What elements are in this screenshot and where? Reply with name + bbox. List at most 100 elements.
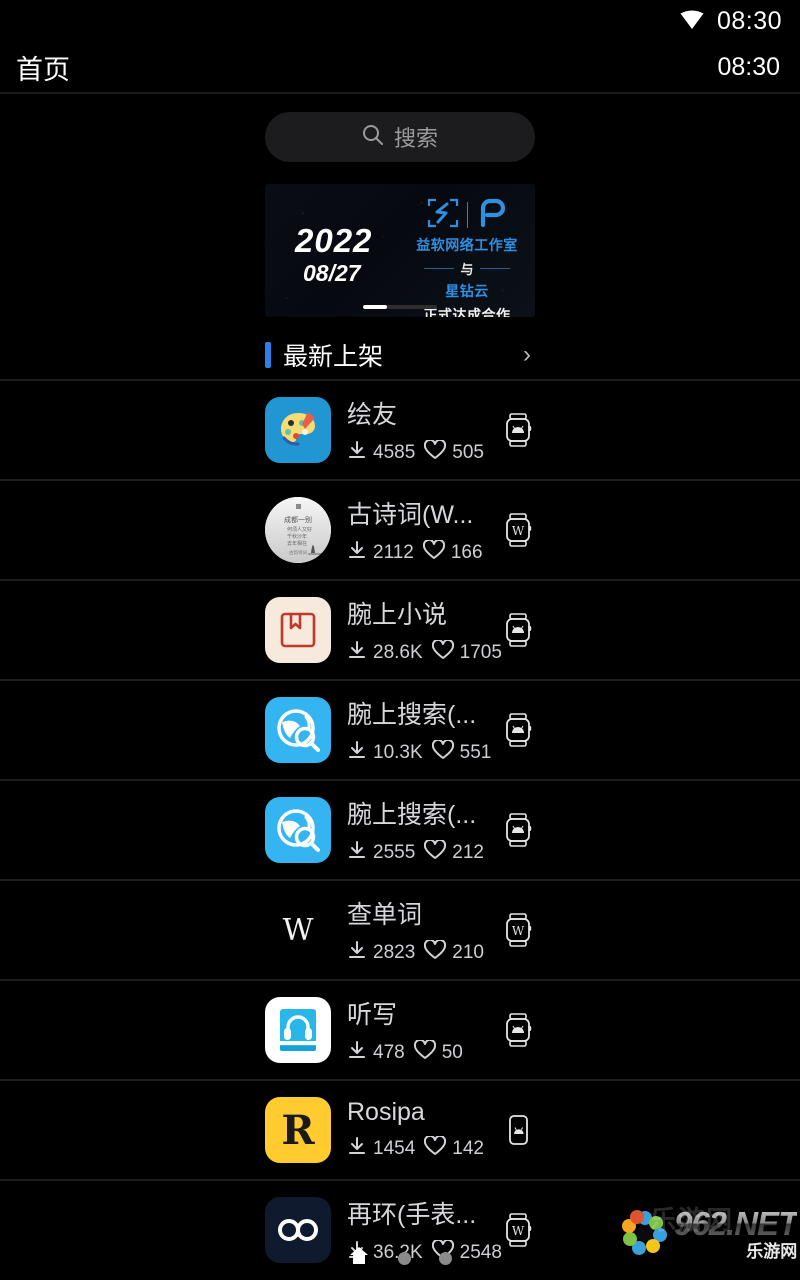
platform-badge <box>501 1013 535 1047</box>
download-count: 2555 <box>373 841 416 863</box>
like-count: 142 <box>452 1138 484 1159</box>
watermark-cn: 乐游网 <box>746 1241 798 1261</box>
like-count: 212 <box>452 841 484 863</box>
like-stat: 2548 <box>431 1238 502 1266</box>
banner-partner: 星钻云 <box>445 283 489 299</box>
banner-conjunction-row: 与 <box>405 259 529 278</box>
search-input[interactable]: 搜索 <box>265 112 535 162</box>
app-icon <box>265 597 331 663</box>
app-stats: 478 50 <box>347 1038 501 1066</box>
logo-divider <box>466 202 468 228</box>
download-stat: 2555 <box>347 840 415 866</box>
download-icon <box>347 840 367 866</box>
app-stats: 2112 166 <box>347 538 501 566</box>
app-name: 腕上搜索(... <box>347 800 477 829</box>
main-content: 搜索 2022 08/27 益软网络工作室 与 星钻云 正式达成合作 最新上架 … <box>0 94 800 1279</box>
download-icon <box>347 740 367 766</box>
watermark: 962.NET 乐游网 乐游网 <box>622 1194 798 1272</box>
download-stat: 478 <box>347 1040 405 1066</box>
heart-icon <box>424 938 447 966</box>
heart-icon <box>424 838 447 866</box>
banner-text-block: 益软网络工作室 与 星钻云 正式达成合作 <box>405 198 529 317</box>
like-count: 166 <box>450 541 483 563</box>
app-icon: 成都一别 何须人又好 千秋沙年 去年相在 古韵诗词 <box>265 497 331 563</box>
like-stat: 210 <box>424 938 484 966</box>
heart-icon <box>431 638 454 666</box>
banner-rule-right <box>479 268 510 269</box>
banner-year: 2022 <box>295 222 373 259</box>
app-list-item[interactable]: 腕上小说 28.6K 1705 <box>0 581 800 679</box>
app-list-item[interactable]: 腕上搜索(... 2555 212 <box>0 781 800 879</box>
svg-text:去年相在: 去年相在 <box>287 540 307 547</box>
app-stats: 1454 142 <box>347 1134 501 1162</box>
app-icon <box>265 1197 331 1263</box>
heart-icon <box>431 1238 454 1266</box>
download-icon <box>347 1240 367 1266</box>
banner-logos <box>405 198 529 232</box>
download-count: 4585 <box>373 441 416 463</box>
download-icon <box>347 940 367 966</box>
status-bar-time: 08:30 <box>716 6 782 35</box>
download-stat: 28.6K <box>347 640 423 666</box>
banner-progress-indicator[interactable] <box>363 305 437 309</box>
wifi-icon <box>679 8 705 35</box>
app-name: 听写 <box>347 1000 398 1029</box>
app-list-item[interactable]: 听写 478 50 <box>0 981 800 1079</box>
app-list-item[interactable]: 绘友 4585 505 <box>0 381 800 479</box>
app-info: 古诗词(W... 2112 166 <box>347 495 501 566</box>
like-count: 2548 <box>459 1241 502 1263</box>
banner-conjunction: 与 <box>460 262 474 277</box>
app-stats: 10.3K 551 <box>347 738 501 766</box>
download-count: 2112 <box>373 541 414 563</box>
app-list: 绘友 4585 505 成都一别 何须人又好 千秋沙年 去年相在 古韵诗词 古诗词(W... 21… <box>0 379 800 1279</box>
banner-slide[interactable]: 2022 08/27 益软网络工作室 与 星钻云 正式达成合作 <box>265 184 535 317</box>
app-name: 查单词 <box>347 900 423 929</box>
download-stat: 2823 <box>347 940 415 966</box>
app-list-item[interactable]: W 查单词 2823 210 W <box>0 881 800 979</box>
download-count: 28.6K <box>373 641 423 663</box>
app-icon: R <box>265 1097 331 1163</box>
download-count: 478 <box>373 1041 405 1063</box>
heart-icon <box>431 738 454 766</box>
app-name: 腕上小说 <box>347 600 448 629</box>
banner-date-block: 2022 08/27 <box>295 224 372 285</box>
svg-text:W: W <box>283 913 314 948</box>
app-icon <box>265 797 331 863</box>
like-count: 1705 <box>459 641 502 663</box>
platform-badge <box>501 613 535 647</box>
app-list-item[interactable]: R Rosipa 1454 142 <box>0 1081 800 1179</box>
like-stat: 50 <box>413 1038 463 1066</box>
app-info: 腕上搜索(... 10.3K 551 <box>347 695 501 766</box>
platform-badge: W <box>501 913 535 947</box>
svg-text:W: W <box>512 1224 525 1238</box>
download-stat: 2112 <box>347 540 414 566</box>
chevron-right-icon[interactable]: › <box>523 341 535 369</box>
app-info: 听写 478 50 <box>347 995 501 1066</box>
app-icon <box>265 997 331 1063</box>
platform-badge <box>501 713 535 747</box>
download-icon <box>347 640 367 666</box>
download-count: 1454 <box>373 1138 416 1159</box>
download-count: 2823 <box>373 941 416 963</box>
like-stat: 166 <box>422 538 483 566</box>
like-stat: 551 <box>431 738 491 766</box>
section-header-latest[interactable]: 最新上架 › <box>265 331 535 379</box>
app-icon: W <box>265 897 331 963</box>
app-stats: 36.2K 2548 <box>347 1238 502 1266</box>
app-stats: 4585 505 <box>347 438 501 466</box>
download-count: 10.3K <box>373 741 423 763</box>
app-list-item[interactable]: 成都一别 何须人又好 千秋沙年 去年相在 古韵诗词 古诗词(W... 2112 166 W <box>0 481 800 579</box>
app-list-item[interactable]: 腕上搜索(... 10.3K 551 <box>0 681 800 779</box>
yiruan-logo-icon <box>426 197 460 234</box>
download-stat: 1454 <box>347 1136 415 1162</box>
platform-badge <box>501 1113 535 1147</box>
download-icon <box>347 1136 367 1162</box>
platform-badge: W <box>501 1213 535 1247</box>
like-stat: 142 <box>424 1134 484 1162</box>
app-info: 绘友 4585 505 <box>347 395 501 466</box>
download-stat: 36.2K <box>347 1240 423 1266</box>
like-stat: 505 <box>424 438 484 466</box>
banner-studio: 益软网络工作室 <box>416 237 518 253</box>
platform-badge <box>501 813 535 847</box>
banner-carousel[interactable]: 2022 08/27 益软网络工作室 与 星钻云 正式达成合作 <box>265 162 535 317</box>
